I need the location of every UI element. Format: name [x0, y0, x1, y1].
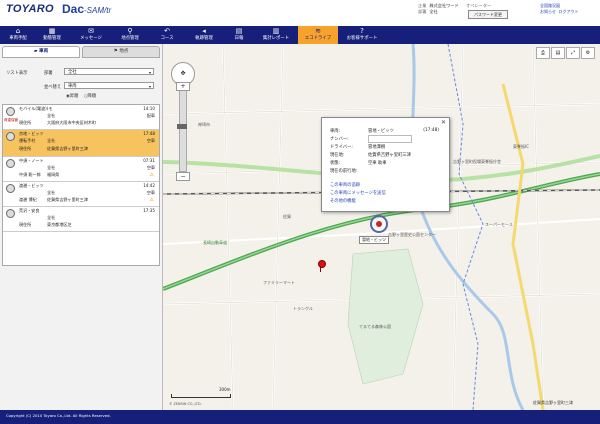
return-icon: ↶: [164, 27, 170, 35]
vehicle-item[interactable]: 中須・ノート 07:31 全社 空車 中須 聡一郎 福岡県 ⚠: [3, 157, 159, 182]
home-icon: ⌂: [15, 27, 21, 35]
operator-label: オペレーター: [466, 3, 492, 8]
app-header: TOYARO Dac-SAM/tr 企業 株式会社ワード オペレーター 部署 全社 …: [0, 0, 600, 26]
map-view[interactable]: ⎙ ▤ ⤢ ⚙ ✥ + − 吉野ヶ里町役場東脊振庁舎 てるてる森林公園 神埼市 …: [163, 44, 600, 410]
list-sub-label: 部署: [44, 71, 53, 76]
map-expand-button[interactable]: ⤢: [566, 47, 580, 59]
nav-report[interactable]: ▥ 集計レポート: [256, 26, 296, 44]
notice-link[interactable]: お知らせ: [540, 9, 556, 14]
vehicle-status-icon: [6, 209, 15, 218]
pan-arrows-icon: ✥: [180, 70, 186, 77]
sort-order-radios: ◉昇順 ○降順: [66, 94, 97, 99]
vehicle-item[interactable]: 荒沢・安良 17:35 全社 現住所 東京都港区芝: [3, 207, 159, 232]
vehicle-marker-dot: [376, 221, 382, 227]
map-label: トランクル: [293, 306, 313, 311]
vehicle-item[interactable]: 渡邊・ビッツ 14:42 全社 空車 渡邊 博紀 佐賀県吉野ヶ里町三津 ⚠: [3, 182, 159, 207]
map-label: 佐賀: [283, 214, 291, 219]
map-copyright: © ZENRIN CO.,LTD.: [169, 402, 202, 406]
vehicle-info-popup: ✕ 車両: 冒地・ビッツ (17:48) ナンバー: ドライバー: 冒地澤樹 現…: [321, 117, 450, 212]
popup-time: (17:48): [423, 128, 439, 133]
map-print-button[interactable]: ⎙: [536, 47, 550, 59]
zoom-in-button[interactable]: +: [176, 82, 190, 91]
nav-dispatch[interactable]: ⌂ 車両手配: [2, 26, 34, 44]
plate-box: [368, 135, 412, 143]
map-label: 長崎自動車道: [203, 240, 227, 245]
location-pin-stem: [320, 266, 321, 272]
department-select[interactable]: 全社: [64, 68, 154, 76]
eco-icon: ≋: [315, 27, 321, 35]
vehicle-status-icon: [6, 107, 15, 116]
nav-support[interactable]: ? お客様サポート: [340, 26, 384, 44]
sort-label: 並べ替え: [44, 85, 62, 90]
vehicle-item[interactable]: 荷重保管 モバイル(電波)(モ 14:10 全社 配車 現住所 大阪府大阪市中央…: [3, 105, 159, 130]
change-password-button[interactable]: パスワード変更: [468, 10, 508, 19]
map-label: 吉野ヶ里町役場東脊振庁舎: [453, 159, 501, 164]
header-links: 全国路況図 お知らせ ログアウト: [540, 3, 578, 15]
zoom-handle[interactable]: [177, 124, 187, 129]
vehicle-marker-label: 冒地・ビッツ: [359, 236, 389, 244]
nav-trail[interactable]: ◂ 軌跡管理: [188, 26, 220, 44]
zoom-out-button[interactable]: −: [176, 172, 190, 181]
report-icon: ▥: [272, 27, 280, 35]
map-label: スーパーモール: [485, 222, 513, 227]
nav-message[interactable]: ✉ メッセージ: [72, 26, 110, 44]
vehicle-status-icon: [6, 132, 15, 141]
map-settings-button[interactable]: ⚙: [581, 47, 595, 59]
send-message-link[interactable]: この車両にメッセージを送信: [330, 190, 386, 196]
warning-icon: ⚠: [149, 197, 154, 203]
tab-point[interactable]: ⚑ 地点: [82, 46, 160, 58]
close-icon[interactable]: ✕: [441, 119, 446, 126]
map-label: 東脊振IC: [513, 144, 529, 149]
tab-vehicle[interactable]: ▰ 車両: [2, 46, 80, 58]
nav-point[interactable]: ⚲ 地点管理: [114, 26, 146, 44]
track-icon: ◂: [202, 27, 206, 35]
nav-eco[interactable]: ≋ エコドライブ: [298, 26, 338, 44]
vehicle-tag: 荷重保管: [4, 118, 18, 122]
other-functions-link[interactable]: その他の機能: [330, 198, 356, 204]
nav-tracking[interactable]: ▦ 動態管理: [36, 26, 68, 44]
vehicle-status-icon: [6, 159, 15, 168]
vehicle-status-icon: [6, 184, 15, 193]
help-icon: ?: [360, 27, 364, 35]
department-value: 全社: [429, 9, 438, 14]
nav-daily[interactable]: ▤ 日報: [224, 26, 254, 44]
map-scale-label: 300m: [219, 387, 231, 392]
footer: Copyright (C) 2010 Toyaro Co.,Ltd. All R…: [0, 410, 600, 424]
sort-select[interactable]: 車両: [64, 82, 154, 90]
map-label: 神埼市: [198, 122, 210, 127]
footer-copyright: Copyright (C) 2010 Toyaro Co.,Ltd. All R…: [6, 413, 111, 418]
map-label: 吉野ヶ里歴史公園センター: [388, 232, 436, 237]
map-icon: ▦: [48, 27, 56, 35]
trail-link[interactable]: この車両の追跡: [330, 182, 360, 188]
map-label: ファミリーマート: [263, 280, 295, 285]
department-label: 部署: [418, 9, 427, 14]
brand-logo: TOYARO: [6, 3, 54, 15]
pin-icon: ⚲: [127, 27, 133, 35]
mail-icon: ✉: [88, 27, 94, 35]
map-label: てるてる森林公園: [359, 324, 391, 329]
nav-course[interactable]: ↶ コース: [152, 26, 182, 44]
list-label: リスト表示: [6, 71, 28, 76]
vehicle-item-selected[interactable]: 京地・ビッツ 17:48 運転手村 全社 空車 現住所 佐賀県吉野ヶ里町三津: [3, 130, 159, 157]
zoom-slider[interactable]: [179, 90, 187, 172]
map-scale-bar: [171, 394, 231, 398]
map-location-caption: 佐賀県吉野ヶ里町三津: [533, 400, 573, 405]
main-nav: ⌂ 車両手配 ▦ 動態管理 ✉ メッセージ ⚲ 地点管理 ↶ コース ◂ 軌跡管理 ▤ 日報 …: [0, 26, 600, 44]
logout-link[interactable]: ログアウト: [558, 9, 578, 14]
daily-icon: ▤: [235, 27, 243, 35]
vehicle-list: 荷重保管 モバイル(電波)(モ 14:10 全社 配車 現住所 大阪府大阪市中央…: [2, 104, 160, 266]
warning-icon: ⚠: [149, 172, 154, 178]
map-layer-button[interactable]: ▤: [551, 47, 565, 59]
product-name: Dac-SAM/tr: [62, 2, 112, 16]
